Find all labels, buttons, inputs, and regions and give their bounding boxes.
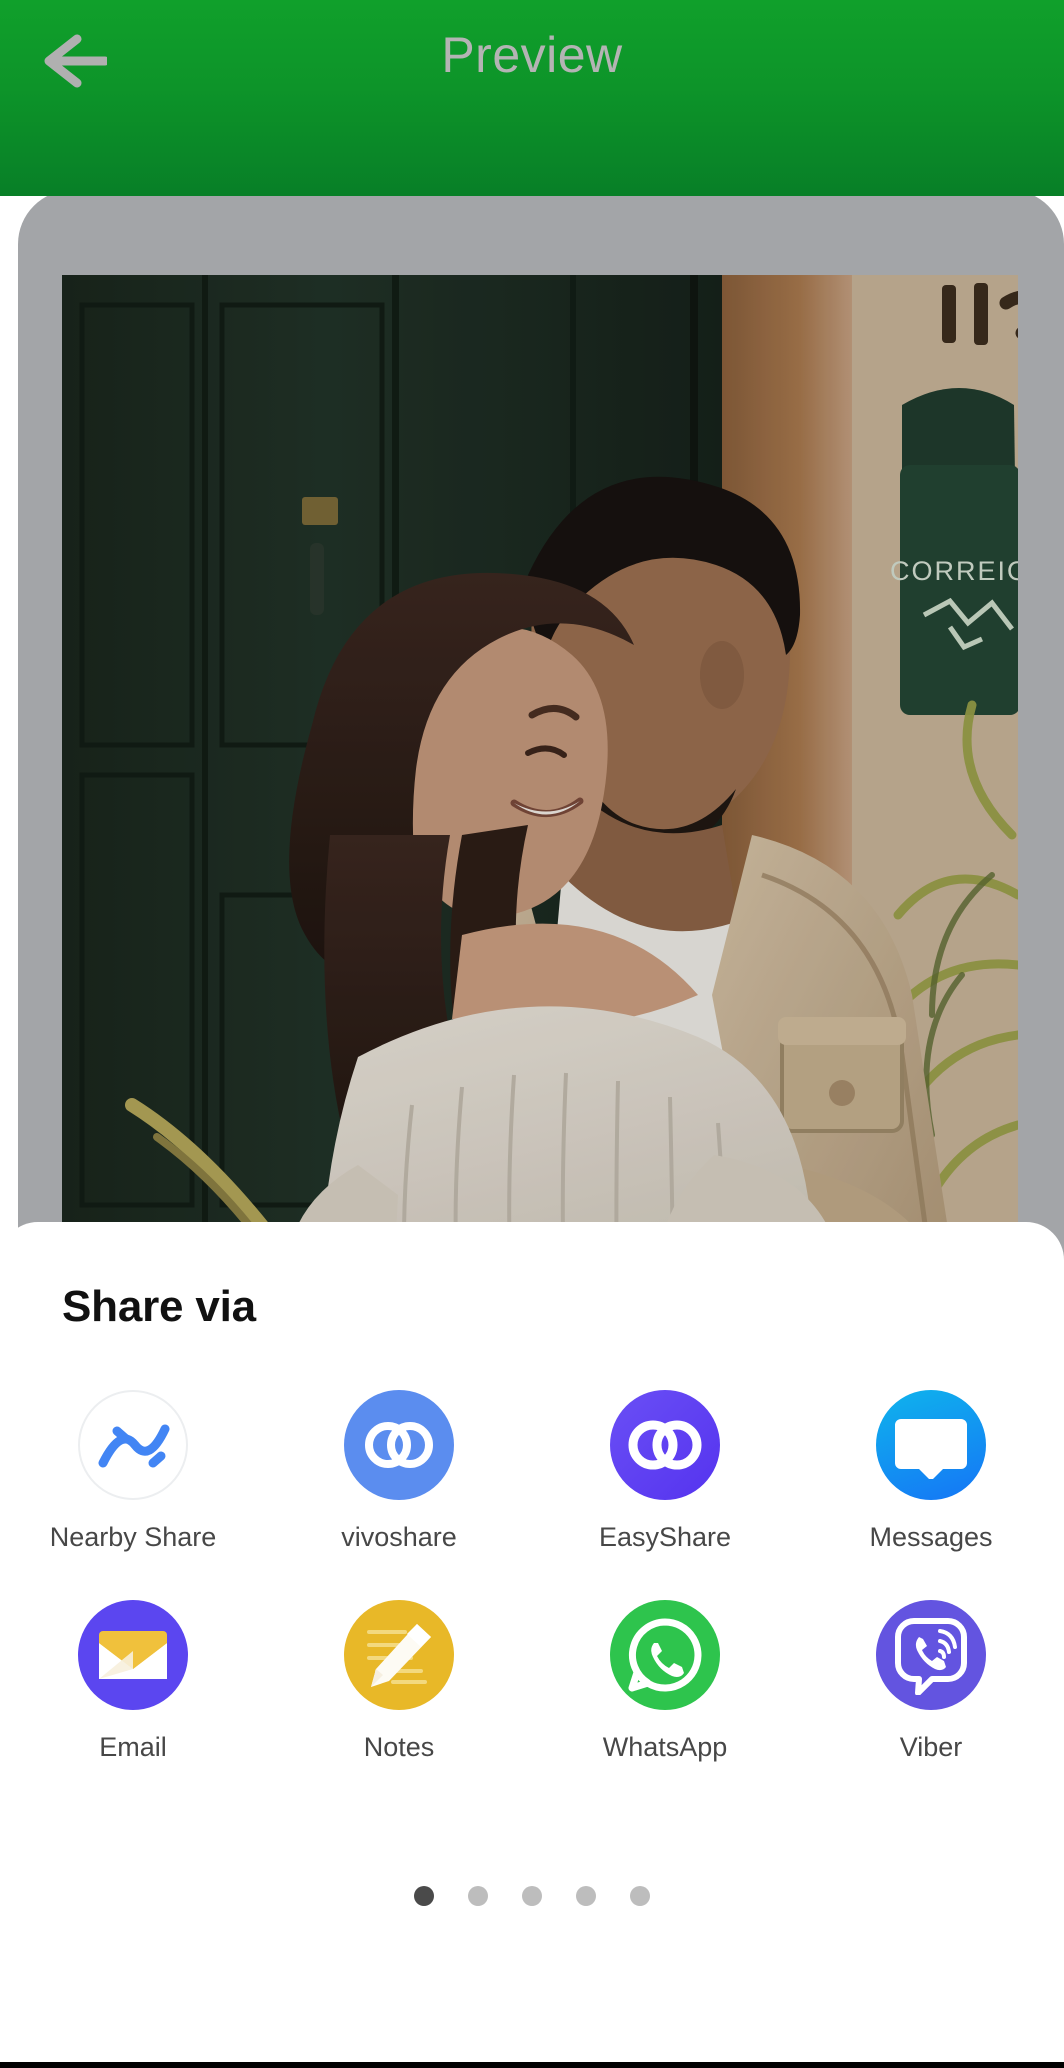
page-dot-3[interactable] [522, 1886, 542, 1906]
page-indicator[interactable] [0, 1886, 1064, 1906]
share-target-easyshare[interactable]: EasyShare [532, 1390, 798, 1553]
email-icon [78, 1600, 188, 1710]
vivoshare-icon [344, 1390, 454, 1500]
share-target-label: Notes [363, 1732, 435, 1762]
page-dot-1[interactable] [414, 1886, 434, 1906]
app-header: Preview [0, 0, 1064, 196]
viber-icon [876, 1600, 986, 1710]
notes-icon [344, 1600, 454, 1710]
page-dot-4[interactable] [576, 1886, 596, 1906]
share-target-label: EasyShare [598, 1522, 732, 1552]
share-target-nearby-share[interactable]: Nearby Share [0, 1390, 266, 1553]
share-target-row-1: Nearby Share vivoshare EasyShare Message… [0, 1390, 1064, 1553]
share-sheet: Share via Nearby Share vivoshare EasySha… [0, 1222, 1064, 2068]
share-target-label: WhatsApp [602, 1732, 728, 1762]
page-title: Preview [441, 27, 623, 83]
share-target-vivoshare[interactable]: vivoshare [266, 1390, 532, 1553]
easyshare-icon [610, 1390, 720, 1500]
share-target-label: Messages [869, 1522, 993, 1552]
photo-preview[interactable]: CORREIO [62, 275, 1018, 1225]
whatsapp-icon [610, 1600, 720, 1710]
system-navigation-bar [0, 2062, 1064, 2068]
share-target-label: Viber [899, 1732, 963, 1762]
share-target-messages[interactable]: Messages [798, 1390, 1064, 1553]
share-target-whatsapp[interactable]: WhatsApp [532, 1600, 798, 1763]
nearby-share-icon [78, 1390, 188, 1500]
share-sheet-title: Share via [62, 1282, 256, 1331]
share-target-viber[interactable]: Viber [798, 1600, 1064, 1763]
app-screen: Preview CORREIO Share via Nearby Share v… [0, 0, 1064, 2068]
share-target-label: vivoshare [341, 1522, 457, 1552]
page-dot-2[interactable] [468, 1886, 488, 1906]
share-target-label: Nearby Share [49, 1522, 217, 1552]
share-target-row-2: Email Notes WhatsApp Viber [0, 1600, 1064, 1763]
share-target-notes[interactable]: Notes [266, 1600, 532, 1763]
messages-icon [876, 1390, 986, 1500]
share-target-label: Email [99, 1732, 167, 1762]
share-target-email[interactable]: Email [0, 1600, 266, 1763]
page-dot-5[interactable] [630, 1886, 650, 1906]
